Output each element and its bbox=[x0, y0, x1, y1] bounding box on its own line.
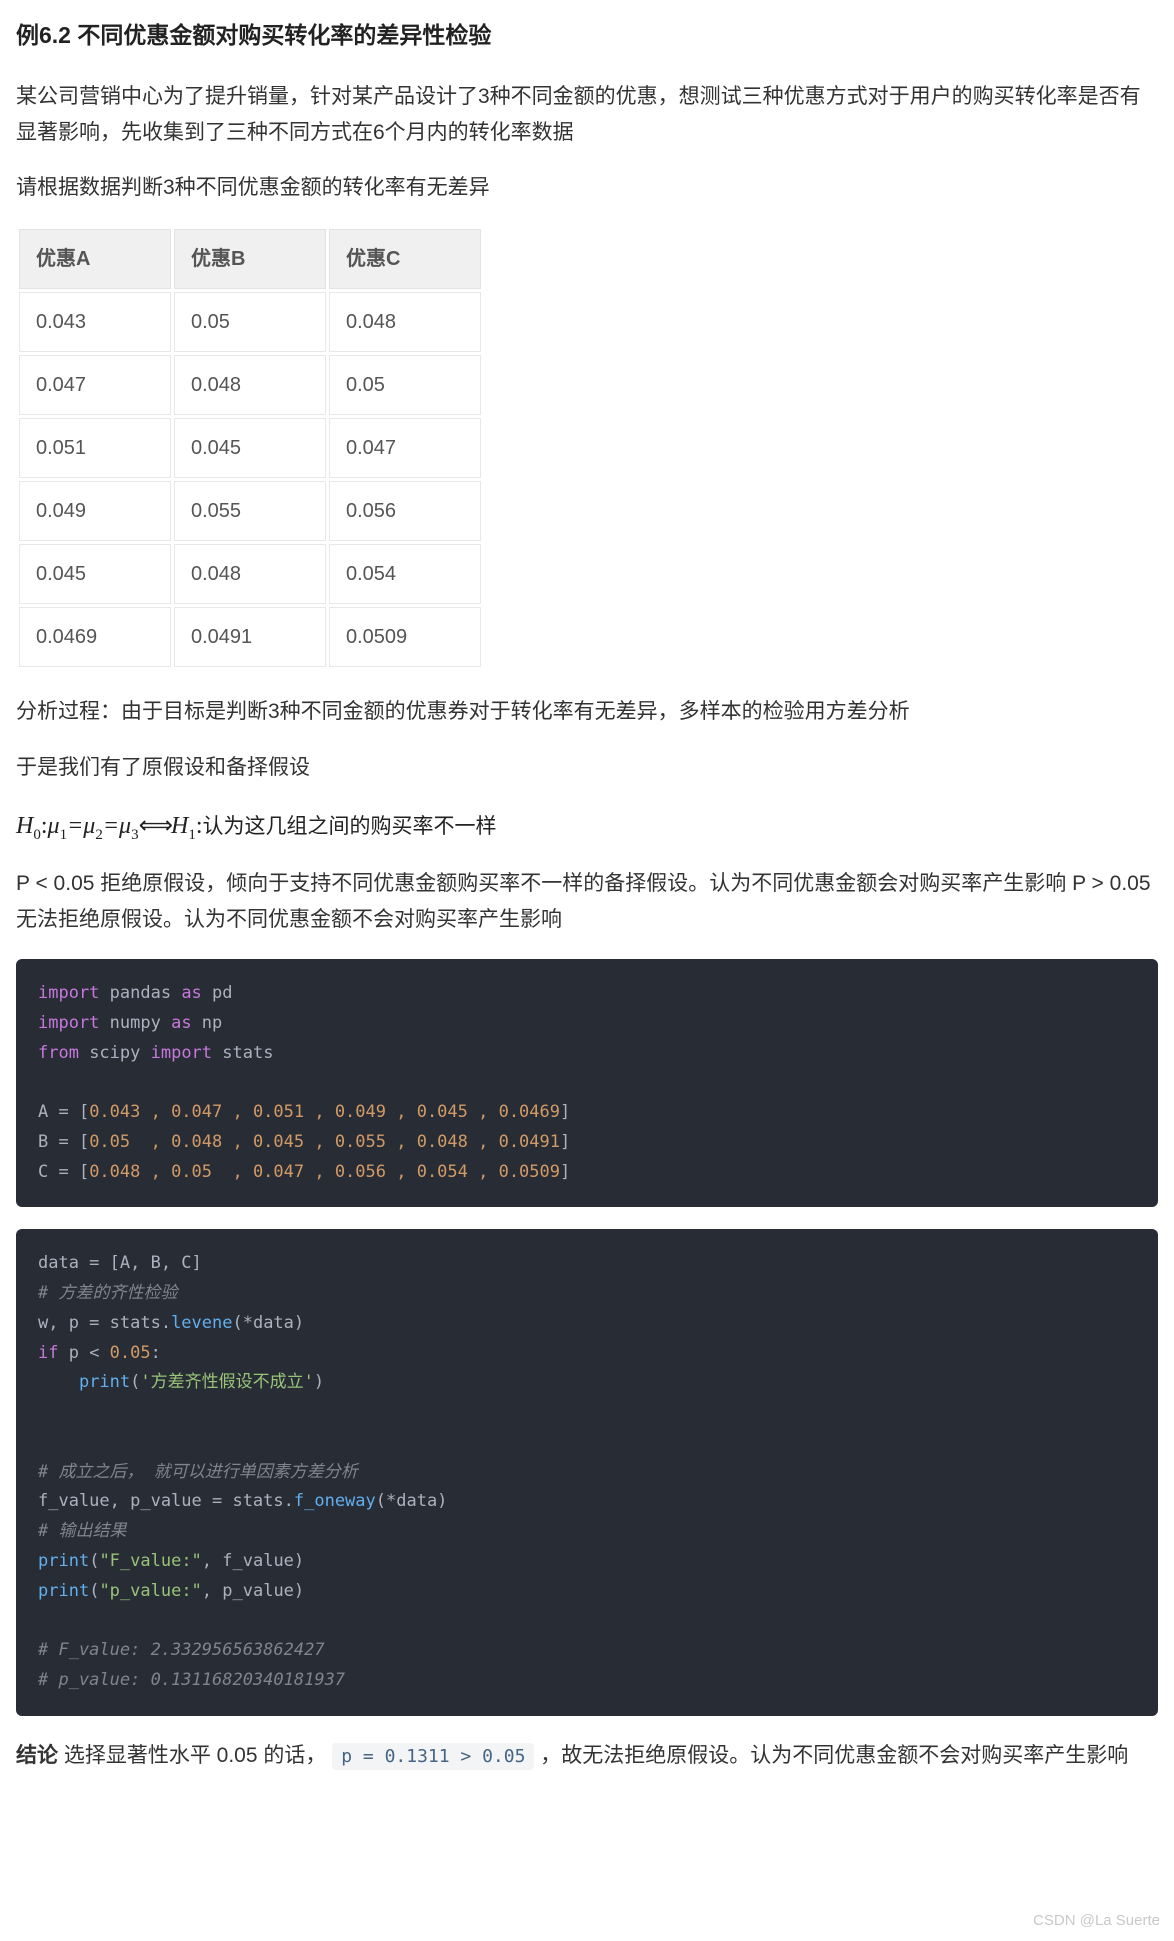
table-row: 0.04690.04910.0509 bbox=[19, 607, 481, 667]
table-cell: 0.043 bbox=[19, 292, 171, 352]
paragraph-p-explain: P < 0.05 拒绝原假设，倾向于支持不同优惠金额购买率不一样的备择假设。认为… bbox=[16, 866, 1158, 937]
hypothesis-formula: H0:μ1=μ2=μ3⟺H1:认为这几组之间的购买率不一样 bbox=[16, 806, 1158, 848]
paragraph-conclusion: 结论 选择显著性水平 0.05 的话， p = 0.1311 > 0.05 ，故… bbox=[16, 1738, 1158, 1774]
table-cell: 0.05 bbox=[174, 292, 326, 352]
table-row: 0.0490.0550.056 bbox=[19, 481, 481, 541]
table-cell: 0.0491 bbox=[174, 607, 326, 667]
table-row: 0.0510.0450.047 bbox=[19, 418, 481, 478]
table-cell: 0.048 bbox=[174, 355, 326, 415]
table-cell: 0.051 bbox=[19, 418, 171, 478]
col-header-c: 优惠C bbox=[329, 229, 481, 289]
table-cell: 0.049 bbox=[19, 481, 171, 541]
paragraph-intro-2: 请根据数据判断3种不同优惠金额的转化率有无差异 bbox=[16, 170, 1158, 206]
conclusion-label: 结论 bbox=[16, 1744, 58, 1767]
table-cell: 0.0469 bbox=[19, 607, 171, 667]
table-cell: 0.045 bbox=[19, 544, 171, 604]
section-heading: 例6.2 不同优惠金额对购买转化率的差异性检验 bbox=[16, 16, 1158, 55]
paragraph-analysis: 分析过程：由于目标是判断3种不同金额的优惠券对于转化率有无差异，多样本的检验用方… bbox=[16, 694, 1158, 730]
table-cell: 0.045 bbox=[174, 418, 326, 478]
table-row: 0.0470.0480.05 bbox=[19, 355, 481, 415]
code-block-1: import pandas as pd import numpy as np f… bbox=[16, 959, 1158, 1207]
table-row: 0.0450.0480.054 bbox=[19, 544, 481, 604]
table-cell: 0.05 bbox=[329, 355, 481, 415]
table-cell: 0.054 bbox=[329, 544, 481, 604]
inline-code: p = 0.1311 > 0.05 bbox=[332, 1743, 534, 1770]
col-header-a: 优惠A bbox=[19, 229, 171, 289]
watermark: CSDN @La Suerte bbox=[1033, 1908, 1160, 1934]
table-cell: 0.047 bbox=[19, 355, 171, 415]
code-block-2: data = [A, B, C] # 方差的齐性检验 w, p = stats.… bbox=[16, 1229, 1158, 1715]
paragraph-intro-1: 某公司营销中心为了提升销量，针对某产品设计了3种不同金额的优惠，想测试三种优惠方… bbox=[16, 79, 1158, 150]
paragraph-hypothesis-intro: 于是我们有了原假设和备择假设 bbox=[16, 750, 1158, 786]
table-row: 0.0430.050.048 bbox=[19, 292, 481, 352]
table-cell: 0.048 bbox=[174, 544, 326, 604]
table-cell: 0.055 bbox=[174, 481, 326, 541]
table-cell: 0.0509 bbox=[329, 607, 481, 667]
table-cell: 0.048 bbox=[329, 292, 481, 352]
data-table: 优惠A 优惠B 优惠C 0.0430.050.0480.0470.0480.05… bbox=[16, 226, 484, 670]
table-cell: 0.056 bbox=[329, 481, 481, 541]
col-header-b: 优惠B bbox=[174, 229, 326, 289]
table-cell: 0.047 bbox=[329, 418, 481, 478]
